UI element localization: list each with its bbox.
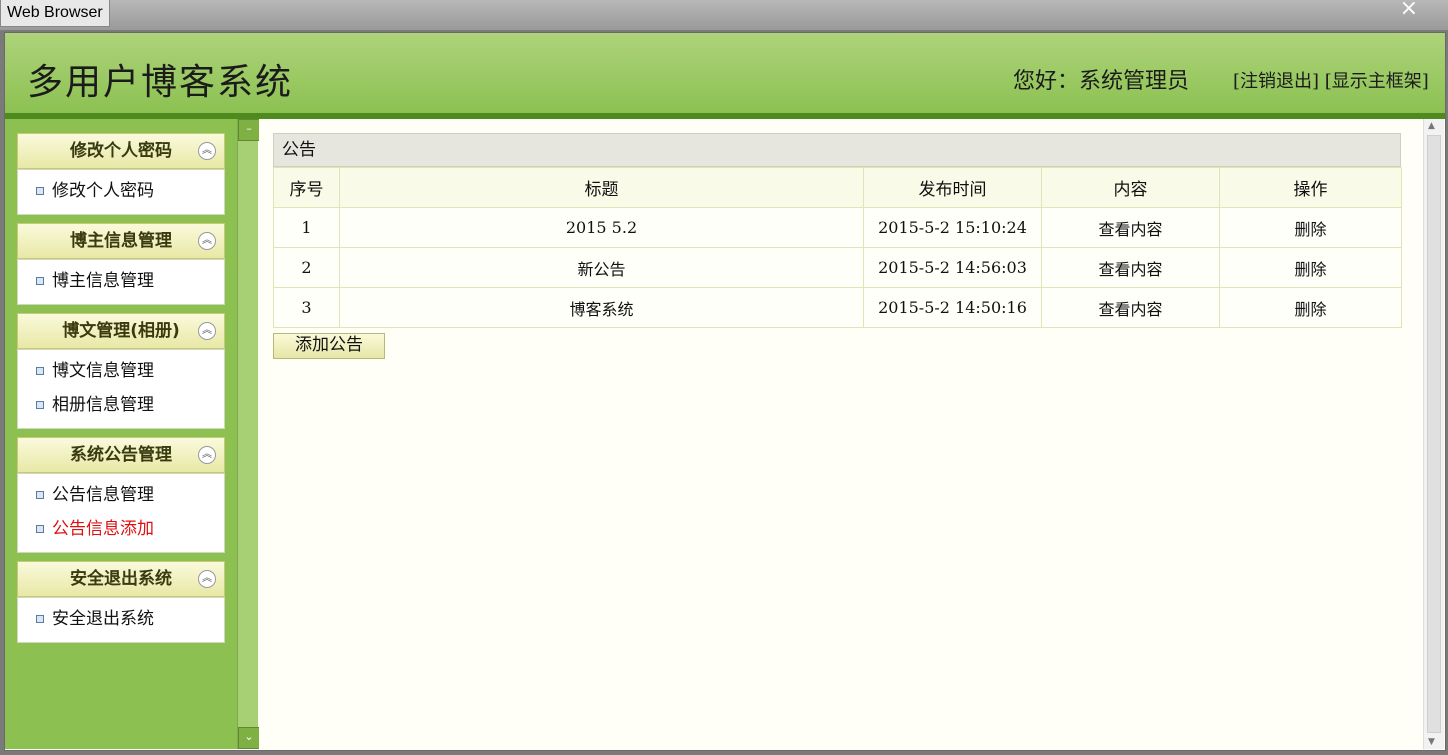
chevron-up-icon[interactable]: ︽	[198, 232, 216, 250]
show-frame-link[interactable]: [显示主框架]	[1325, 71, 1429, 92]
close-icon[interactable]: ×	[1400, 0, 1418, 21]
menu-head-label: 安全退出系统	[70, 569, 172, 589]
scroll-down-icon[interactable]: ▼	[1428, 737, 1435, 747]
notice-table: 序号 标题 发布时间 内容 操作 1 2015 5.2 2015-5-2 15:…	[273, 167, 1402, 328]
menu-head-label: 博文管理(相册)	[62, 321, 180, 341]
main-content: 公告 序号 标题 发布时间 内容 操作 1 2015 5.2 2015-5-2 …	[259, 119, 1423, 749]
sidebar-item-notice-add[interactable]: 公告信息添加	[18, 512, 224, 546]
chevron-up-icon[interactable]: ︽	[198, 142, 216, 160]
logout-link[interactable]: [注销退出]	[1233, 71, 1319, 92]
cell-title: 2015 5.2	[339, 207, 864, 248]
sidebar-item-change-password[interactable]: 修改个人密码	[18, 174, 224, 208]
menu-group-exit: 安全退出系统 ︽ 安全退出系统	[17, 561, 225, 643]
welcome-text: 您好：系统管理员	[1013, 69, 1190, 94]
menu-head-password[interactable]: 修改个人密码 ︽	[17, 133, 225, 169]
menu-body: 公告信息管理 公告信息添加	[17, 473, 225, 553]
app-logo: 多用户博客系统	[27, 62, 294, 103]
menu-group-password: 修改个人密码 ︽ 修改个人密码	[17, 133, 225, 215]
panel-title: 公告	[273, 133, 1401, 167]
table-row: 2 新公告 2015-5-2 14:56:03 查看内容 删除	[273, 247, 1402, 288]
menu-body: 博文信息管理 相册信息管理	[17, 349, 225, 429]
cell-title: 博客系统	[339, 287, 864, 328]
content-scrollbar[interactable]: ▲ ▼	[1423, 119, 1444, 749]
sidebar-item-notice-info[interactable]: 公告信息管理	[18, 478, 224, 512]
col-header-action: 操作	[1219, 167, 1402, 208]
view-content-link[interactable]: 查看内容	[1041, 247, 1220, 288]
view-content-link[interactable]: 查看内容	[1041, 207, 1220, 248]
menu-head-notice[interactable]: 系统公告管理 ︽	[17, 437, 225, 473]
scroll-thumb[interactable]	[1427, 135, 1441, 733]
chevron-up-icon[interactable]: ︽	[198, 446, 216, 464]
browser-titlebar: Web Browser ×	[0, 0, 1448, 30]
add-notice-button[interactable]: 添加公告	[273, 333, 385, 359]
cell-title: 新公告	[339, 247, 864, 288]
col-header-title: 标题	[339, 167, 864, 208]
chevron-up-icon[interactable]: ︽	[198, 570, 216, 588]
cell-no: 3	[273, 287, 340, 328]
delete-link[interactable]: 删除	[1219, 287, 1402, 328]
col-header-no: 序号	[273, 167, 340, 208]
menu-body: 安全退出系统	[17, 597, 225, 643]
view-content-link[interactable]: 查看内容	[1041, 287, 1220, 328]
menu-head-posts[interactable]: 博文管理(相册) ︽	[17, 313, 225, 349]
cell-no: 2	[273, 247, 340, 288]
col-header-time: 发布时间	[863, 167, 1042, 208]
header-links: [注销退出] [显示主框架]	[1233, 67, 1429, 93]
menu-group-notice: 系统公告管理 ︽ 公告信息管理 公告信息添加	[17, 437, 225, 553]
menu-body: 修改个人密码	[17, 169, 225, 215]
notice-panel: 公告 序号 标题 发布时间 内容 操作 1 2015 5.2 2015-5-2 …	[273, 133, 1402, 328]
collapse-up-icon[interactable]: –	[238, 119, 260, 141]
table-header-row: 序号 标题 发布时间 内容 操作	[273, 167, 1402, 208]
cell-no: 1	[273, 207, 340, 248]
menu-group-posts: 博文管理(相册) ︽ 博文信息管理 相册信息管理	[17, 313, 225, 429]
menu-head-blogger[interactable]: 博主信息管理 ︽	[17, 223, 225, 259]
menu-group-blogger: 博主信息管理 ︽ 博主信息管理	[17, 223, 225, 305]
table-row: 1 2015 5.2 2015-5-2 15:10:24 查看内容 删除	[273, 207, 1402, 248]
menu-head-label: 修改个人密码	[70, 141, 172, 161]
sidebar-item-album-info[interactable]: 相册信息管理	[18, 388, 224, 422]
cell-time: 2015-5-2 14:50:16	[863, 287, 1042, 328]
cell-time: 2015-5-2 15:10:24	[863, 207, 1042, 248]
delete-link[interactable]: 删除	[1219, 207, 1402, 248]
browser-window: 多用户博客系统 您好：系统管理员 [注销退出] [显示主框架] 修改个人密码 ︽…	[4, 32, 1446, 751]
sidebar-item-exit[interactable]: 安全退出系统	[18, 602, 224, 636]
collapse-down-icon[interactable]: ⌄	[238, 727, 260, 749]
menu-body: 博主信息管理	[17, 259, 225, 305]
menu-head-label: 系统公告管理	[70, 445, 172, 465]
delete-link[interactable]: 删除	[1219, 247, 1402, 288]
sidebar: 修改个人密码 ︽ 修改个人密码 博主信息管理 ︽ 博主信息管理 博文管理(相册)…	[5, 119, 237, 749]
cell-time: 2015-5-2 14:56:03	[863, 247, 1042, 288]
sidebar-item-post-info[interactable]: 博文信息管理	[18, 354, 224, 388]
menu-head-exit[interactable]: 安全退出系统 ︽	[17, 561, 225, 597]
browser-title: Web Browser	[0, 0, 110, 27]
frame-splitter[interactable]: – ⌄	[237, 119, 260, 749]
app-header: 多用户博客系统 您好：系统管理员 [注销退出] [显示主框架]	[5, 33, 1445, 119]
col-header-content: 内容	[1041, 167, 1220, 208]
chevron-up-icon[interactable]: ︽	[198, 322, 216, 340]
table-row: 3 博客系统 2015-5-2 14:50:16 查看内容 删除	[273, 287, 1402, 328]
sidebar-item-blogger-info[interactable]: 博主信息管理	[18, 264, 224, 298]
menu-head-label: 博主信息管理	[70, 231, 172, 251]
scroll-up-icon[interactable]: ▲	[1428, 121, 1435, 131]
